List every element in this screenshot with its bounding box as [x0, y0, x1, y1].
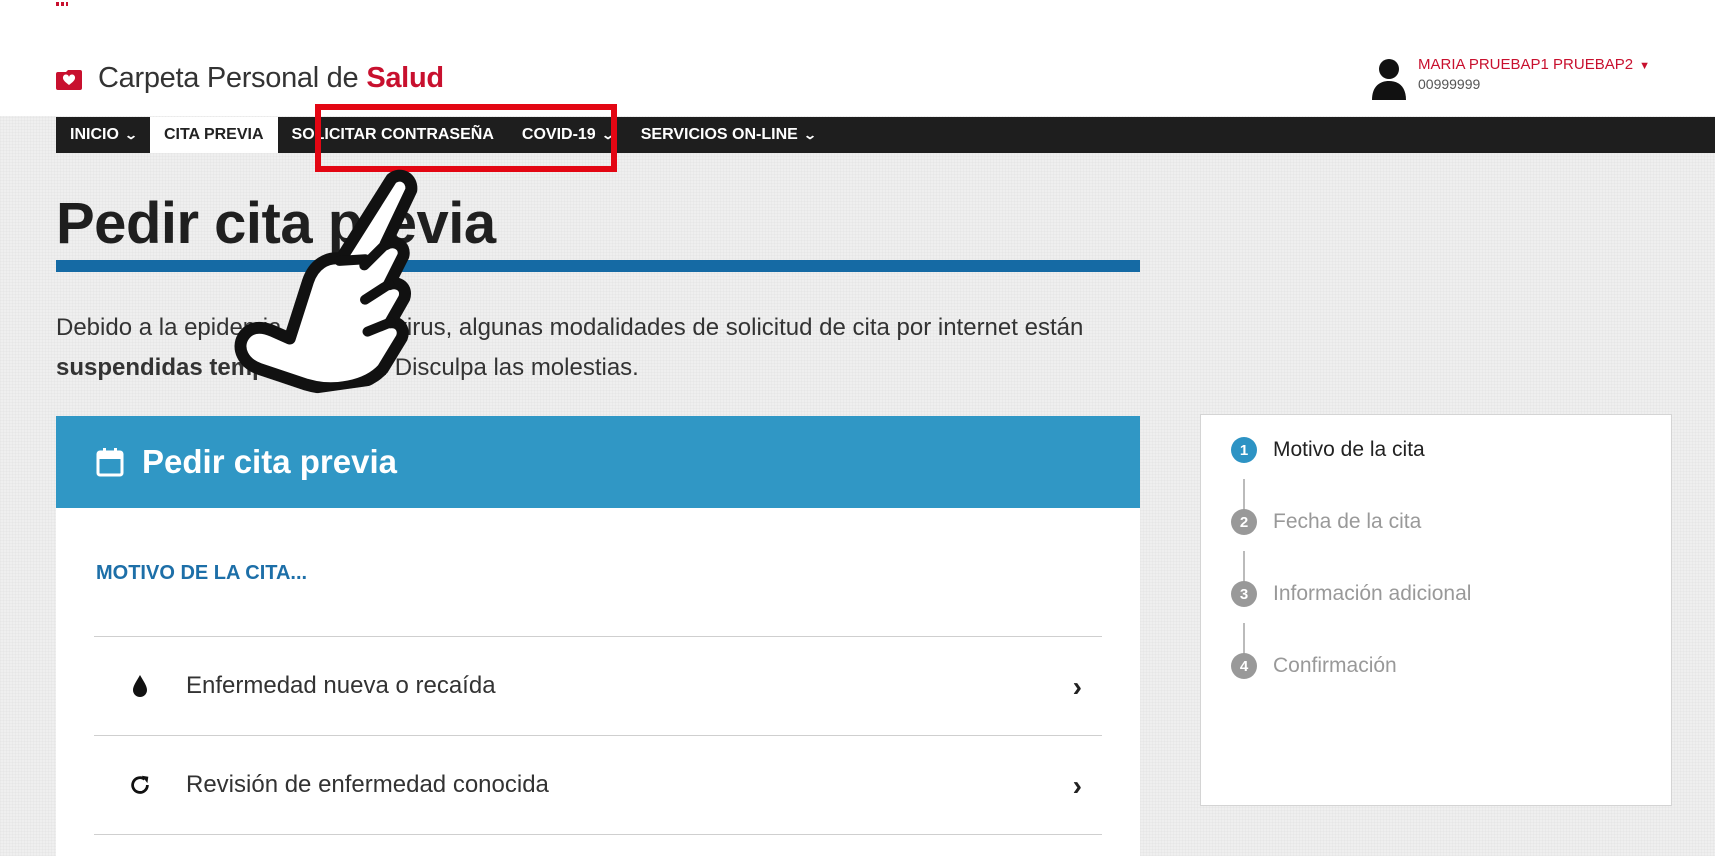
notice-part: Debido a la epidemia de coronavirus, alg… — [56, 314, 1084, 341]
motive-item-label: Revisión de enfermedad conocida — [186, 771, 549, 798]
drop-icon — [128, 673, 152, 699]
nav-label: CITA PREVIA — [163, 126, 264, 143]
step-4: 4 Confirmación — [1231, 653, 1397, 679]
step-2: 2 Fecha de la cita — [1231, 509, 1421, 535]
caret-down-icon: ▼ — [1639, 60, 1650, 72]
notice-text: Debido a la epidemia de coronavirus, alg… — [56, 308, 1156, 388]
decorative-dots — [56, 2, 68, 6]
pointing-hand-icon — [234, 169, 418, 395]
panel-title: Pedir cita previa — [142, 443, 397, 480]
site-header: Carpeta Personal de Salud MARIA PRUEBAP1 … — [0, 12, 1715, 116]
panel-header: Pedir cita previa — [56, 416, 1140, 508]
step-number: 2 — [1231, 509, 1257, 535]
step-label: Información adicional — [1273, 582, 1472, 605]
motive-list: Enfermedad nueva o recaída › Revisión de… — [94, 636, 1102, 835]
motive-item-label: Enfermedad nueva o recaída — [186, 672, 496, 699]
nav-item-cita-previa[interactable]: CITA PREVIA — [149, 117, 278, 153]
heart-folder-icon — [56, 69, 82, 90]
top-strip — [0, 0, 1715, 12]
chevron-down-icon: ⌄ — [123, 128, 138, 142]
motive-label: MOTIVO DE LA CITA... — [96, 562, 308, 584]
nav-label: SERVICIOS ON-LINE — [640, 126, 798, 143]
step-label: Motivo de la cita — [1273, 438, 1425, 461]
brand-title: Carpeta Personal de Salud — [98, 62, 444, 94]
chevron-right-icon: › — [1072, 671, 1082, 702]
calendar-icon — [96, 448, 124, 477]
steps-card: 1 Motivo de la cita 2 Fecha de la cita 3… — [1200, 414, 1672, 806]
step-label: Confirmación — [1273, 654, 1397, 677]
chevron-right-icon: › — [1072, 770, 1082, 801]
user-id: 00999999 — [1418, 76, 1481, 92]
refresh-icon — [128, 772, 152, 798]
main-nav: INICIO ⌄ CITA PREVIA SOLICITAR CONTRASEÑA… — [56, 117, 1715, 153]
step-label: Fecha de la cita — [1273, 510, 1422, 533]
step-number: 1 — [1231, 437, 1257, 463]
step-1: 1 Motivo de la cita — [1231, 437, 1425, 463]
step-3: 3 Información adicional — [1231, 581, 1471, 607]
nav-item-servicios-online[interactable]: SERVICIOS ON-LINE ⌄ — [627, 117, 829, 153]
step-number: 4 — [1231, 653, 1257, 679]
appointment-panel: Pedir cita previa MOTIVO DE LA CITA... E… — [56, 416, 1140, 856]
user-name[interactable]: MARIA PRUEBAP1 PRUEBAP2 ▼ — [1418, 56, 1650, 75]
user-menu[interactable]: MARIA PRUEBAP1 PRUEBAP2 ▼ 00999999 — [1370, 56, 1650, 100]
motive-item-enfermedad-nueva[interactable]: Enfermedad nueva o recaída › — [94, 637, 1102, 736]
user-avatar-icon — [1372, 59, 1406, 100]
step-number: 3 — [1231, 581, 1257, 607]
highlight-box — [315, 104, 617, 172]
chevron-down-icon: ⌄ — [802, 128, 817, 142]
brand[interactable]: Carpeta Personal de Salud — [56, 62, 444, 95]
nav-label: INICIO — [70, 126, 119, 143]
nav-item-inicio[interactable]: INICIO ⌄ — [56, 117, 150, 153]
motive-item-revision[interactable]: Revisión de enfermedad conocida › — [94, 736, 1102, 835]
